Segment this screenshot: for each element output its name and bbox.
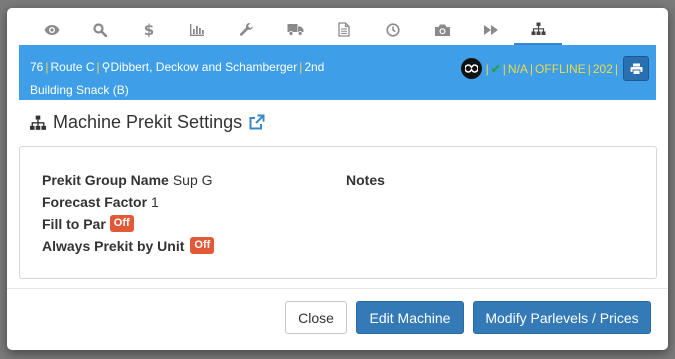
- separator: |: [502, 61, 506, 76]
- separator: |: [587, 61, 591, 76]
- always-prekit-row: Always Prekit by Unit Off: [42, 237, 215, 254]
- prekit-group-name-label: Prekit Group Name: [42, 172, 169, 188]
- device-logo-icon: [460, 58, 482, 79]
- eye-icon: [44, 24, 60, 35]
- print-icon: [630, 63, 642, 75]
- footer-divider: [7, 288, 668, 289]
- status-group: | ✔ | N/A | OFFLINE | 202 |: [460, 58, 618, 79]
- print-button[interactable]: [623, 56, 649, 81]
- fill-to-par-label: Fill to Par: [42, 215, 106, 232]
- settings-panel: Prekit Group Name Sup G Forecast Factor …: [19, 146, 657, 279]
- separator: |: [529, 61, 534, 76]
- tab-documents[interactable]: [322, 14, 366, 45]
- camera-icon: [434, 24, 450, 36]
- tab-photos[interactable]: [420, 14, 464, 45]
- tab-prekit[interactable]: [514, 14, 562, 45]
- document-icon: [338, 22, 350, 37]
- modify-parlevels-button[interactable]: Modify Parlevels / Prices: [473, 301, 651, 334]
- sitemap-icon: [30, 115, 46, 130]
- dollar-icon: $: [144, 22, 154, 38]
- truck-icon: [287, 24, 303, 36]
- section-heading: Machine Prekit Settings: [29, 112, 265, 133]
- status-offline: OFFLINE: [535, 61, 586, 76]
- always-prekit-status-badge: Off: [190, 237, 215, 254]
- status-code: 202: [592, 61, 613, 76]
- status-na: N/A: [507, 61, 528, 76]
- always-prekit-label: Always Prekit by Unit: [42, 237, 185, 254]
- bar-chart-icon: [190, 23, 204, 36]
- machine-id: 76: [30, 60, 44, 74]
- page-title: Machine Prekit Settings: [53, 112, 243, 132]
- tab-history[interactable]: [371, 14, 415, 45]
- wrench-icon: [239, 23, 253, 36]
- prekit-group-name-row: Prekit Group Name Sup G: [42, 172, 213, 188]
- forecast-factor-value: 1: [151, 194, 159, 210]
- machine-name: Building Snack (B): [30, 83, 129, 97]
- forecast-factor-label: Forecast Factor: [42, 194, 148, 210]
- separator: |: [614, 61, 618, 76]
- clock-icon: [386, 22, 400, 37]
- tab-reports[interactable]: [175, 14, 219, 45]
- tab-delivery[interactable]: [273, 14, 317, 45]
- external-link-icon[interactable]: [248, 114, 265, 131]
- location-name: Dibbert, Deckow and Schamberger: [110, 60, 298, 74]
- close-button[interactable]: Close: [285, 301, 347, 334]
- fast-forward-icon: [484, 24, 498, 35]
- machine-modal: $ 76 | Route C | ⚲Dibbert, Deckow and Schamb…: [7, 8, 668, 350]
- edit-machine-button[interactable]: Edit Machine: [356, 301, 464, 334]
- floor-label: 2nd: [304, 60, 325, 74]
- tab-dollar[interactable]: $: [127, 14, 171, 45]
- separator: |: [96, 60, 100, 74]
- route-name: Route C: [50, 60, 95, 74]
- sitemap-icon: [531, 22, 545, 35]
- tab-service[interactable]: [224, 14, 268, 45]
- tab-bar: $: [17, 14, 663, 46]
- tab-overview[interactable]: [30, 14, 74, 45]
- fill-to-par-row: Fill to Par Off: [42, 215, 134, 232]
- search-icon: [93, 22, 107, 37]
- tab-search[interactable]: [78, 14, 122, 45]
- check-icon: ✔: [490, 61, 501, 76]
- separator: |: [485, 61, 489, 76]
- prekit-group-name-value: Sup G: [172, 172, 213, 188]
- svg-text:$: $: [144, 22, 154, 38]
- notes-label: Notes: [346, 172, 385, 188]
- fill-to-par-status-badge: Off: [109, 215, 134, 232]
- forecast-factor-row: Forecast Factor 1: [42, 194, 159, 210]
- tab-forward[interactable]: [469, 14, 513, 45]
- machine-header: 76 | Route C | ⚲Dibbert, Deckow and Schamber…: [19, 45, 656, 100]
- machine-info-line: 76 | Route C | ⚲Dibbert, Deckow and Schamber…: [30, 60, 324, 74]
